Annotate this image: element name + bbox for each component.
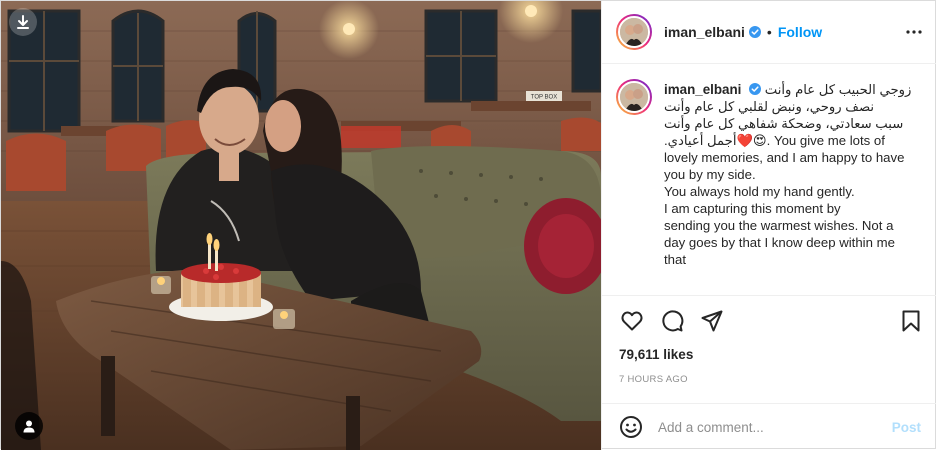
sign-text: TOP BOX	[531, 95, 557, 101]
header-separator: •	[766, 24, 772, 40]
avatar-image	[620, 18, 648, 46]
comment-icon	[662, 309, 684, 331]
post-details-panel: iman_elbani • Follow iman_elbani زوجي ال…	[601, 1, 936, 450]
caption-arabic-line: أجمل أعيادي.	[664, 133, 737, 148]
user-tag-icon	[23, 420, 35, 433]
caption-english-line: you by my side.	[664, 167, 756, 182]
comment-bar: Post	[602, 403, 936, 450]
caption-arabic-line: نصف روحي، ونبض لقلبي كل عام وأنت	[664, 99, 875, 114]
avatar-image	[620, 83, 648, 111]
emoji-button[interactable]	[618, 414, 644, 440]
caption-english-line: that	[664, 252, 686, 267]
caption-emojis: ❤️😍	[736, 133, 767, 148]
post-photo[interactable]: TOP BOX	[1, 1, 601, 450]
caption-english-line: lovely memories, and I am happy to have	[664, 150, 905, 165]
photo-scene: TOP BOX	[1, 1, 601, 450]
likes-count[interactable]: 79,611 likes	[619, 347, 693, 362]
user-tag-button[interactable]	[15, 412, 43, 440]
save-button[interactable]	[895, 305, 927, 337]
more-options-button[interactable]	[905, 23, 923, 41]
more-options-icon	[906, 30, 922, 34]
caption-arabic-line: زوجي الحبيب كل عام وأنت	[764, 82, 912, 97]
download-button[interactable]	[9, 8, 37, 36]
post-timestamp[interactable]: 7 HOURS AGO	[619, 374, 688, 385]
post-header: iman_elbani • Follow	[602, 1, 936, 64]
follow-button[interactable]: Follow	[778, 24, 822, 40]
caption-english-line: sending you the warmest wishes. Not a	[664, 218, 894, 233]
post-modal: TOP BOX iman_elbani • Follow iman_elbani…	[0, 0, 936, 450]
comment-button[interactable]	[656, 305, 688, 337]
post-actions	[602, 295, 936, 345]
post-comment-button[interactable]: Post	[892, 420, 921, 435]
share-icon	[701, 310, 723, 331]
caption-author-avatar[interactable]	[616, 79, 652, 115]
caption-english-line: day goes by that I know deep within me	[664, 235, 895, 250]
bookmark-icon	[902, 310, 920, 331]
author-username[interactable]: iman_elbani	[664, 24, 745, 40]
comment-input[interactable]	[658, 419, 878, 435]
verified-badge-icon	[748, 26, 761, 38]
verified-badge-icon	[749, 83, 762, 95]
caption-text: iman_elbani زوجي الحبيب كل عام وأنت نصف …	[664, 81, 920, 268]
like-button[interactable]	[616, 305, 648, 337]
caption-english-line: . You give me lots of	[766, 133, 885, 148]
caption-arabic-line: سبب سعادتي، وضحكة شفاهي كل عام وأنت	[664, 116, 904, 131]
author-avatar[interactable]	[616, 14, 652, 50]
caption-username[interactable]: iman_elbani	[664, 82, 741, 97]
caption-english-line: I am capturing this moment by	[664, 201, 841, 216]
share-button[interactable]	[696, 305, 728, 337]
emoji-icon	[620, 416, 642, 438]
download-icon	[17, 15, 29, 29]
heart-icon	[621, 311, 643, 330]
caption-english-line: You always hold my hand gently.	[664, 184, 855, 199]
caption-area: iman_elbani زوجي الحبيب كل عام وأنت نصف …	[602, 65, 936, 295]
